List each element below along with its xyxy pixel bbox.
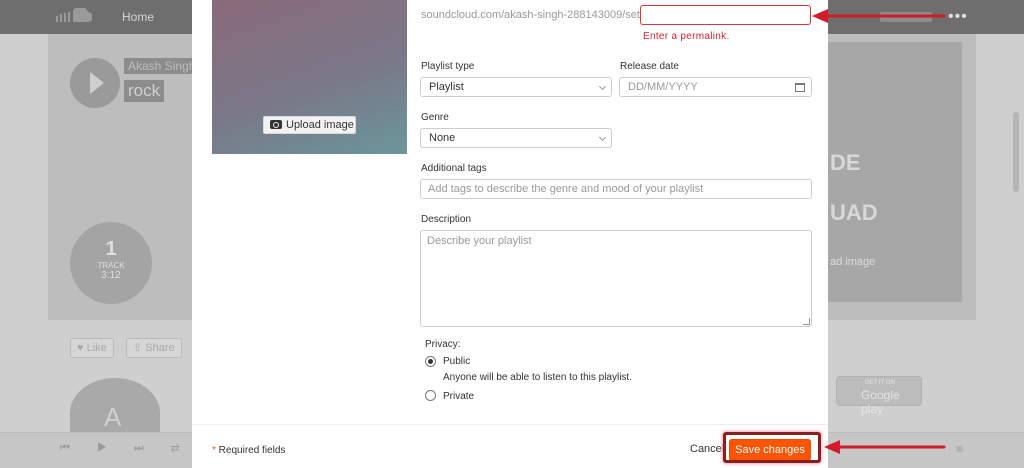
upload-image-label: Upload image	[286, 119, 354, 131]
chevron-down-icon	[598, 82, 607, 91]
additional-tags-label: Additional tags	[421, 163, 487, 174]
background-scrollbar	[1013, 112, 1019, 192]
resize-handle-icon[interactable]	[803, 318, 810, 325]
genre-select[interactable]: None	[420, 128, 612, 148]
upload-image-button[interactable]: Upload image	[263, 116, 356, 134]
genre-label: Genre	[421, 112, 449, 123]
background-topbar-placeholder	[880, 12, 932, 22]
background-art-upload: ad image	[830, 256, 876, 268]
edit-playlist-modal: Upload image soundcloud.com/akash-singh-…	[192, 0, 828, 468]
release-date-placeholder: DD/MM/YYYY	[628, 81, 698, 93]
privacy-public-label[interactable]: Public	[443, 356, 470, 367]
description-label: Description	[421, 214, 472, 225]
track-label: TRACK	[97, 261, 125, 270]
background-like-button: ♥ Like	[70, 338, 114, 358]
cancel-button[interactable]: Cancel	[690, 443, 724, 455]
share-label: Share	[145, 342, 175, 354]
background-share-button: ⇪ Share	[126, 338, 182, 358]
track-duration: 3:12	[101, 270, 121, 281]
playlist-artwork: Upload image	[212, 0, 407, 154]
privacy-label: Privacy:	[425, 339, 461, 350]
background-title: rock	[124, 80, 165, 102]
permalink-error: Enter a permalink.	[643, 31, 730, 42]
soundcloud-logo-icon	[54, 8, 92, 22]
permalink-input[interactable]	[640, 5, 811, 25]
camera-icon	[270, 120, 282, 129]
playlist-type-select[interactable]: Playlist	[420, 77, 612, 97]
background-nav-home: Home	[121, 10, 154, 24]
background-artist: Akash Singh	[124, 58, 200, 74]
google-play-small: GET IT ON	[865, 380, 895, 386]
background-play-icon	[70, 58, 120, 108]
background-art-text: UAD	[830, 200, 878, 225]
avatar-letter: A	[104, 402, 122, 432]
more-icon: •••	[948, 8, 968, 25]
additional-tags-input[interactable]: Add tags to describe the genre and mood …	[420, 179, 812, 199]
release-date-input[interactable]: DD/MM/YYYY	[619, 77, 812, 97]
playlist-icon: ≡	[956, 442, 964, 456]
google-play-big: Google play	[861, 388, 900, 416]
privacy-public-description: Anyone will be able to listen to this pl…	[443, 372, 632, 383]
privacy-public-radio[interactable]	[425, 356, 436, 367]
background-google-play-badge: GET IT ON Google play	[836, 376, 922, 416]
required-fields-text: Required fields	[215, 445, 286, 456]
track-count: 1	[105, 238, 117, 260]
description-textarea[interactable]: Describe your playlist	[420, 230, 812, 327]
background-track-count: 1 TRACK 3:12	[70, 222, 152, 304]
playlist-type-value: Playlist	[429, 81, 464, 93]
description-placeholder: Describe your playlist	[427, 235, 532, 247]
additional-tags-placeholder: Add tags to describe the genre and mood …	[428, 183, 704, 195]
privacy-private-radio[interactable]	[425, 390, 436, 401]
privacy-private-label[interactable]: Private	[443, 391, 474, 402]
annotation-highlight-box	[723, 432, 821, 463]
like-label: Like	[86, 342, 107, 354]
playlist-type-label: Playlist type	[421, 61, 475, 72]
calendar-icon[interactable]	[795, 83, 805, 92]
chevron-down-icon	[598, 133, 607, 142]
required-fields-note: * Required fields	[212, 445, 285, 456]
release-date-label: Release date	[620, 61, 679, 72]
genre-value: None	[429, 132, 456, 144]
permalink-prefix: soundcloud.com/akash-singh-288143009/set…	[421, 9, 649, 21]
background-art-text: DE	[830, 150, 861, 175]
